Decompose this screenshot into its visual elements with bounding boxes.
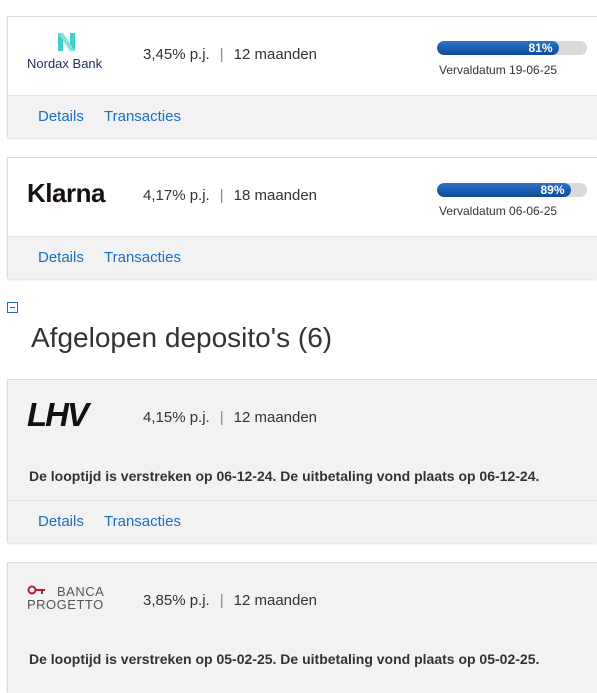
deposit-card-nordax: Nordax Bank 3,45% p.j. | 12 maanden 81% Ve…	[7, 16, 597, 138]
card-actions: Details Transacties	[8, 236, 597, 279]
collapse-section-icon[interactable]	[7, 302, 18, 313]
nordax-bank-logo: Nordax Bank	[27, 31, 113, 75]
details-link[interactable]: Details	[38, 513, 84, 530]
nordax-bank-name: Nordax Bank	[27, 56, 103, 71]
term: 12 maanden	[233, 592, 318, 609]
interest-rate: 4,15% p.j.	[143, 409, 210, 426]
lhv-logo: LHV	[27, 396, 89, 433]
separator: |	[219, 409, 224, 426]
interest-rate: 3,85% p.j.	[143, 592, 210, 609]
card-actions: Details Transacties	[8, 500, 597, 543]
klarna-logo: Klarna	[27, 178, 105, 208]
progress-bar: 89%	[437, 183, 587, 197]
due-date: Vervaldatum 06-06-25	[439, 204, 558, 218]
term: 12 maanden	[233, 409, 318, 426]
expired-deposit-card-lhv: LHV 4,15% p.j. | 12 maanden De looptijd is…	[7, 379, 597, 543]
interest-rate: 3,45% p.j.	[143, 46, 210, 63]
term: 12 maanden	[233, 46, 318, 63]
due-date: Vervaldatum 19-06-25	[439, 63, 558, 77]
expiry-notice: De looptijd is verstreken op 06-12-24. D…	[29, 468, 540, 484]
transactions-link[interactable]: Transacties	[104, 513, 181, 530]
transactions-link[interactable]: Transacties	[104, 108, 181, 125]
progress-label: 81%	[528, 41, 553, 55]
deposit-summary: Klarna 4,17% p.j. | 18 maanden 89% Vervald…	[8, 158, 597, 236]
progetto-key-icon	[27, 585, 45, 595]
separator: |	[219, 187, 224, 204]
interest-rate: 4,17% p.j.	[143, 187, 210, 204]
expired-deposits-title: Afgelopen deposito's (6)	[31, 322, 333, 353]
rate-term: 4,17% p.j. | 18 maanden	[143, 187, 317, 204]
term: 18 maanden	[233, 187, 318, 204]
rate-term: 3,85% p.j. | 12 maanden	[143, 592, 317, 609]
details-link[interactable]: Details	[38, 249, 84, 266]
expiry-notice: De looptijd is verstreken op 05-02-25. D…	[29, 651, 540, 667]
deposit-summary: LHV 4,15% p.j. | 12 maanden De looptijd is…	[8, 380, 597, 500]
deposit-summary: Nordax Bank 3,45% p.j. | 12 maanden 81% Ve…	[8, 17, 597, 95]
banca-progetto-logo: BANCA PROGETTO	[27, 584, 117, 614]
progetto-name-line2: PROGETTO	[27, 597, 104, 612]
expired-deposit-card-progetto: BANCA PROGETTO 3,85% p.j. | 12 maanden De …	[7, 562, 597, 693]
rate-term: 4,15% p.j. | 12 maanden	[143, 409, 317, 426]
rate-term: 3,45% p.j. | 12 maanden	[143, 46, 317, 63]
transactions-link[interactable]: Transacties	[104, 249, 181, 266]
progress-label: 89%	[540, 183, 565, 197]
details-link[interactable]: Details	[38, 108, 84, 125]
separator: |	[219, 592, 224, 609]
separator: |	[219, 46, 224, 63]
deposit-summary: BANCA PROGETTO 3,85% p.j. | 12 maanden De …	[8, 563, 597, 693]
deposit-card-klarna: Klarna 4,17% p.j. | 18 maanden 89% Vervald…	[7, 157, 597, 279]
progress-bar: 81%	[437, 41, 587, 55]
card-actions: Details Transacties	[8, 95, 597, 138]
